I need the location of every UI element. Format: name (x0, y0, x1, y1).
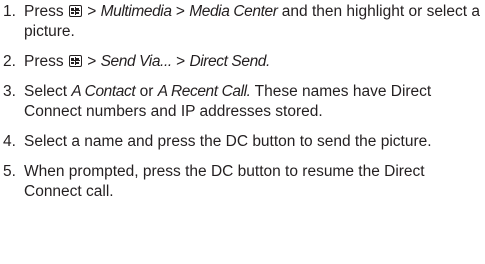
step-text: Select a name and press the DC button to… (24, 133, 432, 150)
step-1: 1. Press > Multimedia > Media Center and… (0, 2, 485, 42)
step-number: 3. (3, 83, 16, 100)
step-5: 5. When prompted, press the DC button to… (0, 162, 485, 202)
step-4: 4. Select a name and press the DC button… (0, 132, 485, 152)
step-2: 2. Press > Send Via... > Direct Send. (0, 52, 485, 72)
step-number: 4. (3, 133, 16, 150)
steps-list: 1. Press > Multimedia > Media Center and… (0, 2, 485, 202)
menu-path-item: Direct Send. (189, 53, 270, 70)
option-label: A Recent Call. (157, 83, 251, 100)
menu-key-icon (68, 5, 82, 17)
menu-path-item: Send Via... (100, 53, 173, 70)
step-text: When prompted, press the DC button to re… (24, 163, 425, 200)
step-number: 2. (3, 53, 16, 70)
step-text: Press (24, 3, 68, 20)
menu-path-item: Media Center (189, 3, 278, 20)
menu-separator: > (82, 53, 101, 70)
menu-separator: > (82, 3, 101, 20)
step-text: Press (24, 53, 68, 70)
instruction-page: 1. Press > Multimedia > Media Center and… (0, 0, 485, 264)
menu-key-icon (68, 55, 82, 67)
option-label: A Contact (71, 83, 136, 100)
step-number: 5. (3, 163, 16, 180)
step-text: Select (24, 83, 72, 100)
menu-separator: > (171, 53, 190, 70)
menu-separator: > (171, 3, 190, 20)
step-3: 3. Select A Contact or A Recent Call. Th… (0, 82, 485, 122)
step-number: 1. (3, 3, 16, 20)
step-text: or (135, 83, 158, 100)
menu-path-item: Multimedia (100, 3, 172, 20)
